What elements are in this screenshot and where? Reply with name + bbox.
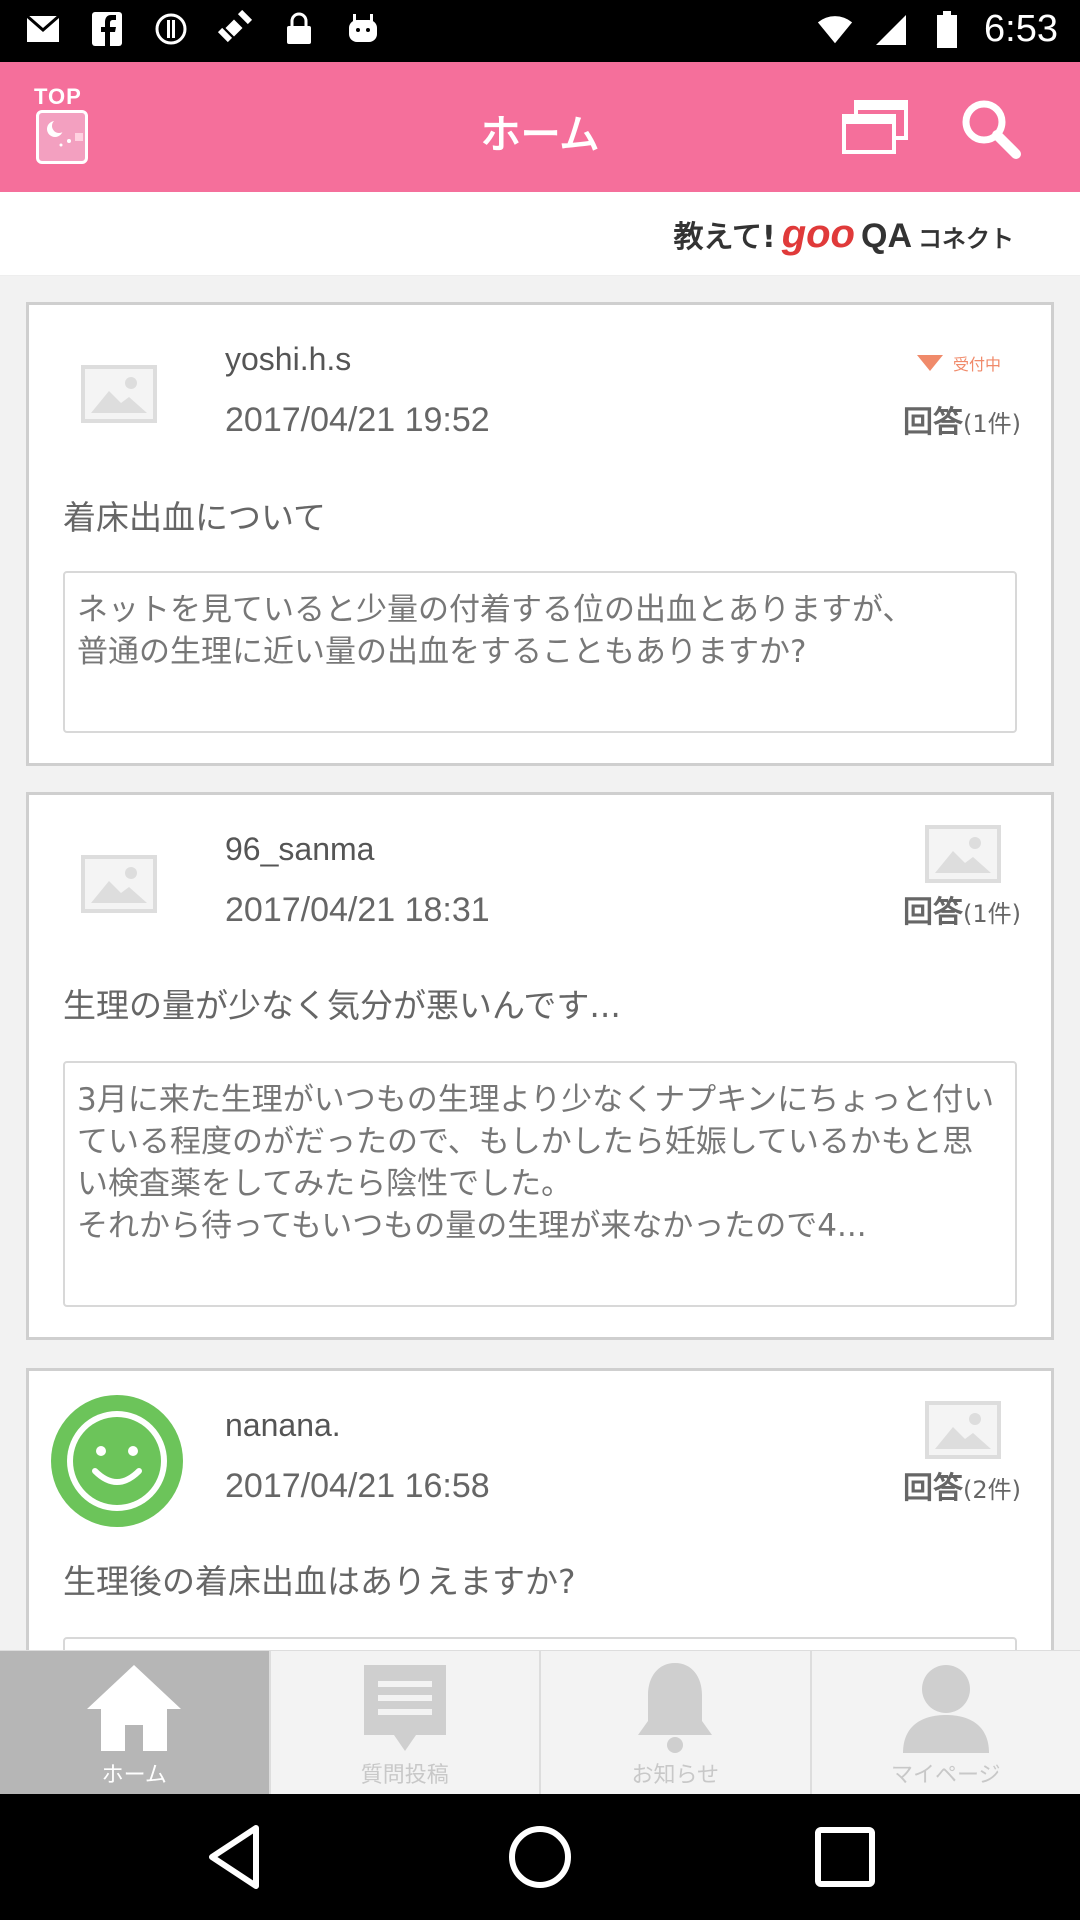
brand-goo: goo (781, 212, 855, 256)
nav-notifications[interactable]: お知らせ (539, 1651, 810, 1794)
answer-label: 回答 (903, 1471, 963, 1506)
person-icon (891, 1659, 1001, 1755)
system-status: 6:53 (816, 8, 1058, 51)
post-question-icon (350, 1659, 460, 1755)
answer-count-value: (2件) (963, 1476, 1021, 1504)
avatar (51, 815, 191, 955)
triangle-down-icon (916, 355, 943, 371)
post-date: 2017/04/21 18:31 (225, 891, 490, 929)
mail-icon (24, 10, 62, 48)
system-nav-bar (0, 1794, 1080, 1920)
image-placeholder-icon (925, 825, 1001, 883)
brand-connect: コネクト (918, 225, 1014, 253)
nav-label: 質問投稿 (360, 1763, 449, 1788)
answer-label: 回答 (903, 405, 963, 440)
home-icon (79, 1659, 189, 1755)
question-title[interactable]: 生理後の着床出血はありえますか? (63, 1555, 576, 1603)
alert-circle-icon (152, 10, 190, 48)
question-card[interactable]: 96_sanma 2017/04/21 18:31 回答 (1件) 生理の量が少… (26, 792, 1054, 1340)
question-title[interactable]: 着床出血について (63, 491, 326, 539)
post-date: 2017/04/21 16:58 (225, 1467, 490, 1505)
search-icon[interactable] (958, 96, 1022, 160)
nav-my-page[interactable]: マイページ (809, 1651, 1080, 1794)
answer-count: 回答 (1件) (903, 887, 1021, 931)
nav-post-question[interactable]: 質問投稿 (268, 1651, 540, 1794)
avatar (51, 325, 191, 465)
fake-gps-icon (216, 10, 254, 48)
bottom-nav: ホーム 質問投稿 お知らせ マイページ (0, 1650, 1080, 1794)
status-bar: 6:53 (0, 0, 1080, 62)
lock-icon (280, 10, 318, 48)
question-body[interactable]: ネットを見ていると少量の付着する位の出血とありますが、 普通の生理に近い量の出血… (63, 571, 1017, 733)
post-date: 2017/04/21 19:52 (225, 401, 490, 439)
brand-oshiete: 教えて! (673, 220, 776, 255)
question-card[interactable]: nanana. 2017/04/21 16:58 回答 (2件) 生理後の着床出… (26, 1368, 1054, 1650)
back-icon[interactable] (200, 1822, 270, 1892)
nav-label: マイページ (890, 1763, 1001, 1788)
answer-label: 回答 (903, 895, 963, 930)
bell-icon (620, 1659, 730, 1755)
nav-label: お知らせ (631, 1763, 720, 1788)
question-title[interactable]: 生理の量が少なく気分が悪いんです... (63, 979, 621, 1027)
nav-label: ホーム (101, 1763, 167, 1788)
answer-count-value: (1件) (963, 900, 1021, 928)
username: 96_sanma (225, 831, 375, 867)
smiley-avatar-icon (51, 1395, 183, 1527)
facebook-icon (88, 10, 126, 48)
image-placeholder-icon (81, 365, 157, 423)
answer-count: 回答 (1件) (903, 397, 1021, 441)
brand-qa: QA (861, 217, 912, 255)
question-list[interactable]: yoshi.h.s 2017/04/21 19:52 受付中 回答 (1件) 着… (0, 276, 1080, 1650)
question-body[interactable]: 3月に来た生理がいつもの生理より少なくナプキンにちょっと付いている程度のがだった… (63, 1061, 1017, 1307)
question-body[interactable] (63, 1637, 1017, 1650)
app-header: TOP ホーム (0, 62, 1080, 192)
notification-icons (24, 10, 382, 48)
answer-count-value: (1件) (963, 410, 1021, 438)
nav-home[interactable]: ホーム (0, 1651, 269, 1794)
page-title: ホーム (480, 112, 600, 158)
username: nanana. (225, 1407, 341, 1443)
windows-icon[interactable] (840, 100, 910, 156)
status-time: 6:53 (984, 8, 1058, 50)
recents-icon[interactable] (810, 1822, 880, 1892)
status-badge: 受付中 (916, 351, 1001, 375)
username: yoshi.h.s (225, 341, 352, 377)
home-circle-icon[interactable] (505, 1822, 575, 1892)
answer-count: 回答 (2件) (903, 1463, 1021, 1507)
signal-icon (872, 11, 910, 49)
wifi-icon (816, 11, 854, 49)
android-icon (344, 10, 382, 48)
brand-strip: 教えて! goo QA コネクト (0, 192, 1080, 276)
image-placeholder-icon (925, 1401, 1001, 1459)
question-card[interactable]: yoshi.h.s 2017/04/21 19:52 受付中 回答 (1件) 着… (26, 302, 1054, 766)
brand-logo: 教えて! goo QA コネクト (674, 212, 1015, 257)
status-label: 受付中 (952, 355, 1001, 374)
battery-icon (928, 10, 966, 49)
image-placeholder-icon (81, 855, 157, 913)
